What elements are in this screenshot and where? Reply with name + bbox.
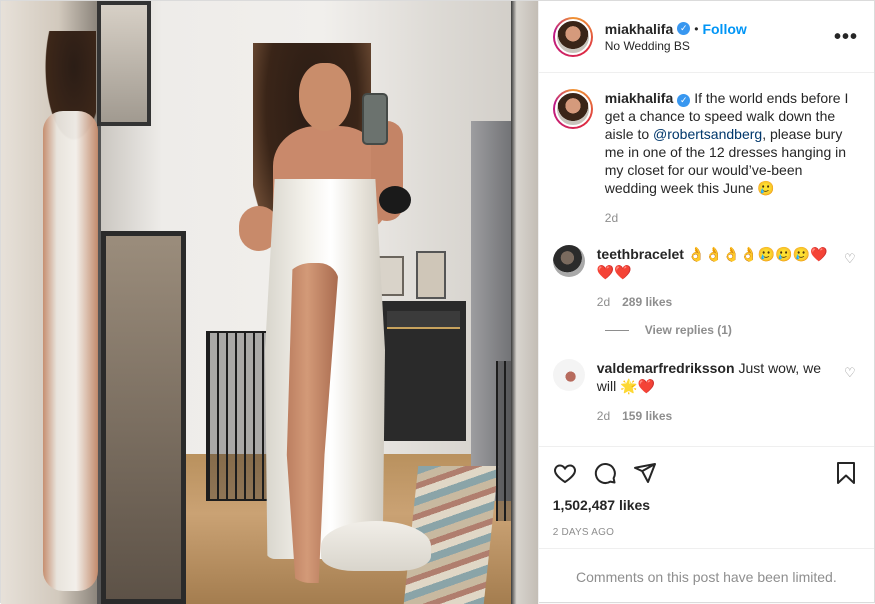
more-options-icon[interactable]: ••• (834, 27, 858, 47)
post-actions: 1,502,487 likes 2 days ago (538, 446, 874, 538)
caption-username[interactable]: miakhalifa (605, 90, 673, 106)
reflection-body (43, 111, 98, 591)
header-text: miakhalifa ✓ • Follow No Wedding BS (605, 21, 834, 53)
side-table-drawer (387, 311, 460, 329)
post-side-panel: miakhalifa ✓ • Follow No Wedding BS ••• … (537, 1, 874, 604)
commenter-avatar[interactable] (552, 245, 585, 277)
instagram-post: miakhalifa ✓ • Follow No Wedding BS ••• … (0, 0, 875, 604)
comment-item: valdemarfredriksson Just wow, we will 🌟❤️… (552, 359, 858, 425)
phone (362, 93, 388, 145)
action-icons (553, 453, 858, 493)
caption-body: miakhalifa ✓ If the world ends before I ge… (605, 89, 858, 227)
caption: miakhalifa ✓ If the world ends before I ge… (552, 89, 858, 227)
header-row: miakhalifa ✓ • Follow (605, 21, 834, 37)
likes-count[interactable]: 1,502,487 likes (553, 497, 858, 513)
comment-item: teethbracelet 👌👌👌👌🥲🥲🥲❤️❤️❤️ 2d 289 likes … (552, 245, 858, 311)
heart-icon[interactable] (553, 453, 593, 493)
face (299, 63, 351, 131)
commenter-avatar[interactable] (552, 359, 585, 391)
avatar-image (554, 18, 591, 55)
comments-limited-notice: Comments on this post have been limited. (538, 548, 874, 604)
mirror-right (511, 1, 538, 604)
avatar-image (554, 91, 591, 127)
comment-likes[interactable]: 289 likes (622, 293, 672, 311)
comment-like-heart-icon[interactable]: ♡ (844, 251, 858, 311)
picture-frame-left (101, 231, 186, 604)
bracelet (379, 186, 411, 214)
author-avatar[interactable] (552, 16, 593, 57)
comment-username[interactable]: teethbracelet (597, 246, 684, 262)
view-replies-label: View replies (1) (644, 323, 732, 337)
replies-line (604, 329, 629, 331)
follow-button[interactable]: Follow (702, 21, 746, 37)
comment-icon[interactable] (593, 453, 633, 493)
comments-section[interactable]: miakhalifa ✓ If the world ends before I ge… (539, 73, 874, 446)
comment-body: teethbracelet 👌👌👌👌🥲🥲🥲❤️❤️❤️ 2d 289 likes (597, 245, 836, 311)
comment-username[interactable]: valdemarfredriksson (597, 360, 735, 376)
post-header: miakhalifa ✓ • Follow No Wedding BS ••• (538, 1, 874, 73)
separator-dot: • (694, 21, 699, 36)
share-icon[interactable] (633, 453, 673, 493)
verified-badge-icon: ✓ (677, 93, 691, 107)
mention-link[interactable]: @robertsandberg (653, 126, 762, 142)
verified-badge-icon: ✓ (677, 22, 691, 35)
post-photo[interactable] (1, 1, 538, 604)
bookmark-icon[interactable] (818, 453, 858, 493)
caption-time[interactable]: 2d (605, 209, 618, 227)
author-username[interactable]: miakhalifa (605, 21, 673, 37)
caption-avatar[interactable] (552, 89, 593, 129)
comment-meta: 2d 289 likes (597, 293, 836, 311)
dress-train (321, 521, 431, 571)
small-frame (416, 251, 446, 299)
post-timestamp[interactable]: 2 days ago (553, 527, 858, 538)
caption-meta: 2d (605, 209, 858, 227)
comment-time[interactable]: 2d (597, 407, 610, 425)
comment-body: valdemarfredriksson Just wow, we will 🌟❤️… (597, 359, 836, 425)
comment-meta: 2d 159 likes (597, 407, 836, 425)
comment-like-heart-icon[interactable]: ♡ (844, 365, 858, 425)
comment-likes[interactable]: 159 likes (622, 407, 672, 425)
location-label[interactable]: No Wedding BS (605, 39, 834, 53)
comment-time[interactable]: 2d (597, 293, 610, 311)
picture-frame-top (97, 1, 151, 126)
view-replies-button[interactable]: View replies (1) (604, 323, 858, 337)
